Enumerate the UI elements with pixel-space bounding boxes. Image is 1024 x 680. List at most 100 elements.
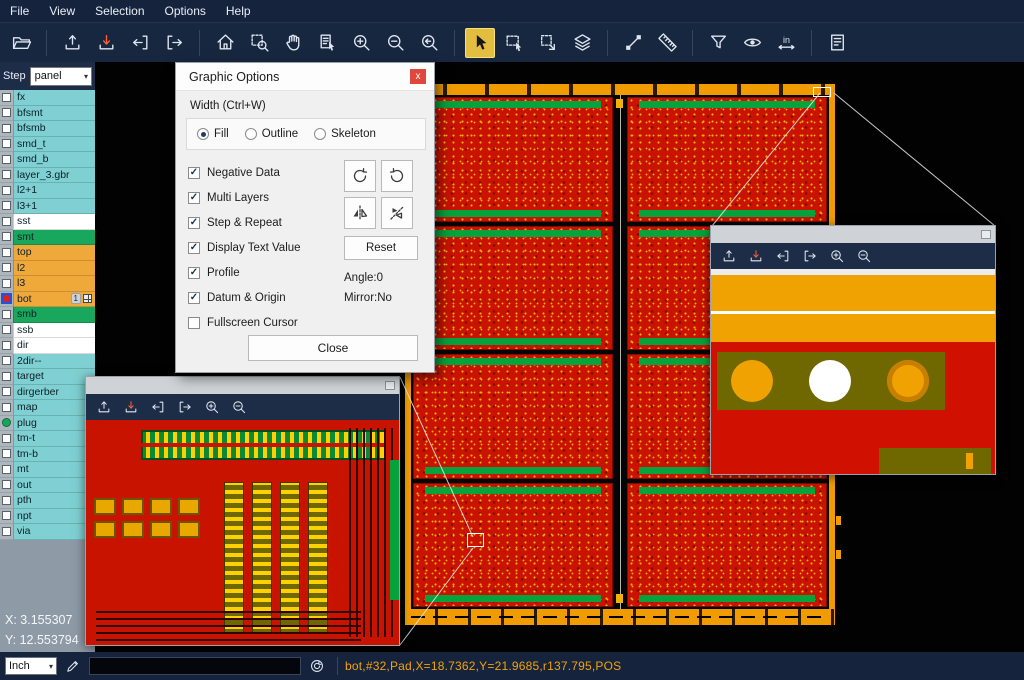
menu-file[interactable]: File	[0, 0, 39, 22]
layer-gutter[interactable]	[0, 416, 13, 432]
flip-diagonal-button[interactable]	[381, 197, 413, 229]
rotate-cw-button[interactable]	[344, 160, 376, 192]
layer-visibility-checkbox[interactable]	[2, 155, 11, 164]
layer-visibility-checkbox[interactable]	[2, 341, 11, 350]
layer-row-tm-t[interactable]: tm-t	[0, 431, 95, 447]
layer-visibility-checkbox[interactable]	[2, 139, 11, 148]
layer-row-l2[interactable]: l2	[0, 261, 95, 277]
layer-visibility-checkbox[interactable]	[2, 496, 11, 505]
layer-visibility-checkbox[interactable]	[2, 325, 11, 334]
layer-visibility-checkbox[interactable]	[2, 279, 11, 288]
dialog-titlebar[interactable]: Graphic Options x	[176, 63, 434, 91]
refresh-icon[interactable]	[308, 657, 326, 675]
layer-row-via[interactable]: via	[0, 524, 95, 540]
checkbox-fullscreen-cursor[interactable]: Fullscreen Cursor	[188, 310, 301, 335]
load-right-button[interactable]	[159, 28, 189, 58]
dialog-close-button[interactable]: x	[410, 69, 426, 84]
layer-row-map[interactable]: map	[0, 400, 95, 416]
zoom-in-button[interactable]	[828, 247, 846, 265]
layer-gutter[interactable]	[0, 509, 13, 525]
layer-gutter[interactable]	[0, 462, 13, 478]
measure-distance-button[interactable]	[618, 28, 648, 58]
layer-row-layer_3.gbr[interactable]: layer_3.gbr	[0, 168, 95, 184]
layer-visibility-checkbox[interactable]	[2, 124, 11, 133]
load-right-button[interactable]	[801, 247, 819, 265]
layer-visibility-checkbox[interactable]	[2, 480, 11, 489]
layer-gutter[interactable]	[0, 245, 13, 261]
pan-hand-button[interactable]	[278, 28, 308, 58]
layer-row-smt[interactable]: smt	[0, 230, 95, 246]
zoom-out-button[interactable]	[230, 398, 248, 416]
layer-visibility-checkbox[interactable]	[2, 387, 11, 396]
menu-view[interactable]: View	[39, 0, 85, 22]
layer-gutter[interactable]	[0, 183, 13, 199]
zoom-window-button[interactable]	[244, 28, 274, 58]
layer-row-l2+1[interactable]: l2+1	[0, 183, 95, 199]
layer-visibility-checkbox[interactable]	[2, 108, 11, 117]
window-box-icon[interactable]	[385, 381, 395, 390]
layer-row-l3[interactable]: l3	[0, 276, 95, 292]
step-select[interactable]: panel ▾	[30, 67, 92, 86]
ruler-button[interactable]	[652, 28, 682, 58]
layer-gutter[interactable]	[0, 338, 13, 354]
layer-visibility-checkbox[interactable]	[2, 201, 11, 210]
layer-row-bot[interactable]: bot1	[0, 292, 95, 308]
report-list-button[interactable]	[822, 28, 852, 58]
layer-gutter[interactable]	[0, 106, 13, 122]
checkbox-multi-layers[interactable]: ✓Multi Layers	[188, 185, 301, 210]
layer-visibility-checkbox[interactable]	[2, 434, 11, 443]
layer-visibility-checkbox[interactable]	[2, 465, 11, 474]
layer-visibility-checkbox[interactable]	[2, 356, 11, 365]
pick-page-button[interactable]	[312, 28, 342, 58]
layer-gutter[interactable]	[0, 168, 13, 184]
layer-row-ssb[interactable]: ssb	[0, 323, 95, 339]
layer-row-smd_t[interactable]: smd_t	[0, 137, 95, 153]
reset-button[interactable]: Reset	[344, 236, 418, 260]
layer-gutter[interactable]	[0, 137, 13, 153]
layer-gutter[interactable]	[0, 323, 13, 339]
unit-inch-button[interactable]: in	[771, 28, 801, 58]
layer-row-out[interactable]: out	[0, 478, 95, 494]
layer-visibility-checkbox[interactable]	[2, 449, 11, 458]
layer-gutter[interactable]	[0, 400, 13, 416]
layer-row-bfsmt[interactable]: bfsmt	[0, 106, 95, 122]
load-left-button[interactable]	[149, 398, 167, 416]
layer-row-tm-b[interactable]: tm-b	[0, 447, 95, 463]
layer-row-npt[interactable]: npt	[0, 509, 95, 525]
load-up-button[interactable]	[720, 247, 738, 265]
magnifier-view[interactable]	[86, 420, 399, 645]
close-button[interactable]: Close	[248, 335, 418, 361]
menu-options[interactable]: Options	[155, 0, 216, 22]
layer-gutter[interactable]	[0, 385, 13, 401]
layer-visibility-checkbox[interactable]	[2, 170, 11, 179]
layer-row-l3+1[interactable]: l3+1	[0, 199, 95, 215]
layer-gutter[interactable]	[0, 90, 13, 106]
load-down-button[interactable]	[91, 28, 121, 58]
layer-gutter[interactable]	[0, 493, 13, 509]
layer-visibility-checkbox[interactable]	[2, 93, 11, 102]
layer-gutter[interactable]	[0, 369, 13, 385]
layer-visibility-checkbox[interactable]	[2, 403, 11, 412]
layer-visibility-checkbox[interactable]	[2, 263, 11, 272]
layer-gutter[interactable]	[0, 121, 13, 137]
layer-visibility-checkbox[interactable]	[2, 527, 11, 536]
layer-gutter[interactable]	[0, 214, 13, 230]
unit-select[interactable]: Inch ▾	[5, 657, 57, 675]
checkbox-negative-data[interactable]: ✓Negative Data	[188, 160, 301, 185]
layer-row-plug[interactable]: plug	[0, 416, 95, 432]
layer-row-dir[interactable]: dir	[0, 338, 95, 354]
menu-help[interactable]: Help	[216, 0, 261, 22]
layer-visibility-checkbox[interactable]	[2, 511, 11, 520]
transform-select-button[interactable]	[533, 28, 563, 58]
load-left-button[interactable]	[125, 28, 155, 58]
window-select-button[interactable]	[499, 28, 529, 58]
load-up-button[interactable]	[95, 398, 113, 416]
load-left-button[interactable]	[774, 247, 792, 265]
checkbox-profile[interactable]: ✓Profile	[188, 260, 301, 285]
window-box-icon[interactable]	[981, 230, 991, 239]
radio-skeleton[interactable]: Skeleton	[314, 128, 376, 140]
layer-row-pth[interactable]: pth	[0, 493, 95, 509]
layer-visibility-checkbox[interactable]	[2, 186, 11, 195]
magnifier-titlebar[interactable]	[711, 226, 995, 243]
layer-row-smb[interactable]: smb	[0, 307, 95, 323]
